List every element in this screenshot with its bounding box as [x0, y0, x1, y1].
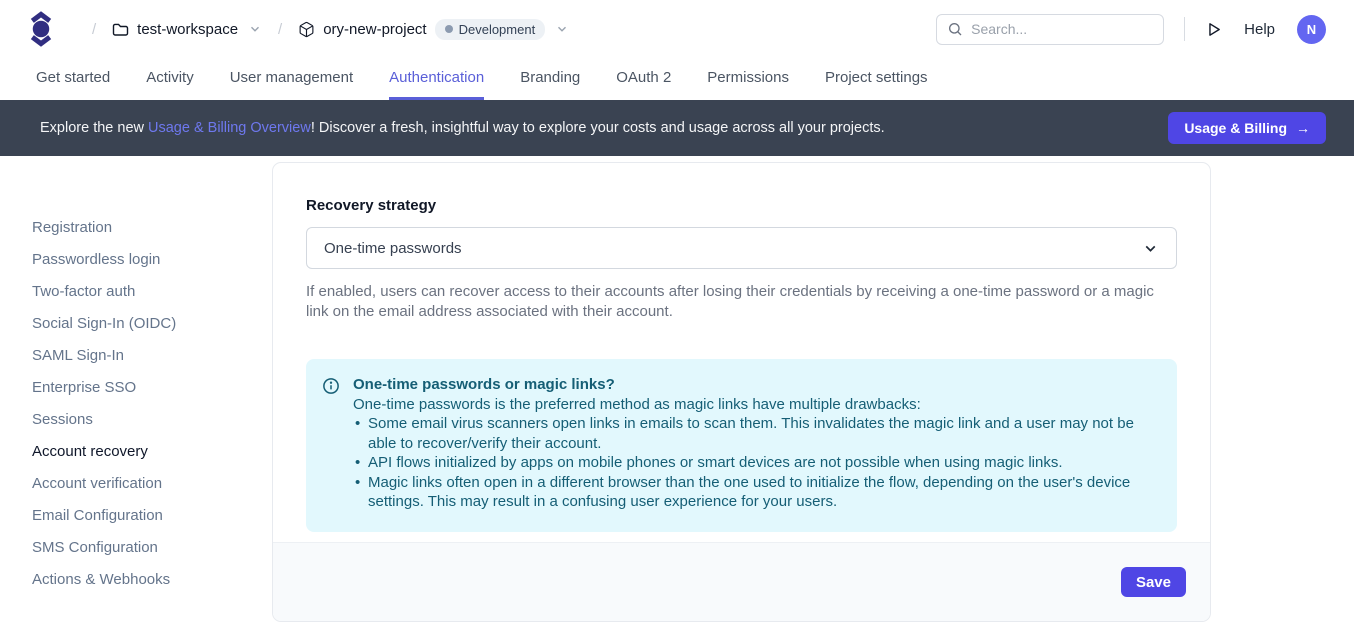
- tab-project-settings[interactable]: Project settings: [825, 58, 928, 100]
- tab-get-started[interactable]: Get started: [36, 58, 110, 100]
- search-input[interactable]: [971, 21, 1153, 37]
- card-footer: Save: [273, 542, 1210, 621]
- sidebar-item-passwordless-login[interactable]: Passwordless login: [0, 244, 272, 276]
- authentication-sidebar: Registration Passwordless login Two-fact…: [0, 156, 272, 596]
- sidebar-item-saml-sign-in[interactable]: SAML Sign-In: [0, 340, 272, 372]
- content-area: Registration Passwordless login Two-fact…: [0, 156, 1354, 625]
- sidebar-item-account-verification[interactable]: Account verification: [0, 468, 272, 500]
- card-body: Recovery strategy One-time passwords If …: [273, 163, 1210, 542]
- chevron-down-icon: [248, 22, 262, 36]
- usage-billing-banner: Explore the new Usage & Billing Overview…: [0, 100, 1354, 156]
- environment-dot-icon: [445, 25, 453, 33]
- sidebar-item-sessions[interactable]: Sessions: [0, 404, 272, 436]
- workspace-name: test-workspace: [137, 21, 238, 38]
- sidebar-item-sms-configuration[interactable]: SMS Configuration: [0, 532, 272, 564]
- info-bullet: API flows initialized by apps on mobile …: [353, 453, 1157, 473]
- banner-text-prefix: Explore the new: [40, 120, 148, 136]
- info-intro: One-time passwords is the preferred meth…: [353, 395, 1157, 415]
- recovery-strategy-select[interactable]: One-time passwords: [306, 227, 1177, 269]
- environment-badge: Development: [435, 19, 546, 40]
- info-bullet: Some email virus scanners open links in …: [353, 414, 1157, 453]
- recovery-strategy-label: Recovery strategy: [306, 197, 1177, 214]
- workspace-breadcrumb[interactable]: test-workspace: [112, 21, 262, 38]
- help-link[interactable]: Help: [1244, 21, 1275, 38]
- tab-authentication[interactable]: Authentication: [389, 58, 484, 100]
- account-recovery-card: Recovery strategy One-time passwords If …: [272, 162, 1211, 622]
- folder-icon: [112, 22, 129, 37]
- banner-text-suffix: ! Discover a fresh, insightful way to ex…: [311, 120, 885, 136]
- tab-branding[interactable]: Branding: [520, 58, 580, 100]
- avatar[interactable]: N: [1297, 15, 1326, 44]
- sidebar-item-email-configuration[interactable]: Email Configuration: [0, 500, 272, 532]
- ory-logo-icon[interactable]: [28, 11, 54, 47]
- breadcrumb-separator: /: [278, 21, 282, 38]
- tab-user-management[interactable]: User management: [230, 58, 353, 100]
- info-title: One-time passwords or magic links?: [353, 375, 1157, 395]
- environment-label: Development: [459, 22, 536, 37]
- project-name: ory-new-project: [323, 21, 426, 38]
- sidebar-item-actions-webhooks[interactable]: Actions & Webhooks: [0, 564, 272, 596]
- sidebar-item-account-recovery[interactable]: Account recovery: [0, 436, 272, 468]
- play-icon[interactable]: [1205, 21, 1222, 38]
- header-divider: [1184, 17, 1185, 41]
- breadcrumb-separator: /: [92, 21, 96, 38]
- usage-billing-button-label: Usage & Billing: [1184, 120, 1287, 136]
- usage-billing-button[interactable]: Usage & Billing →: [1168, 112, 1326, 144]
- usage-billing-overview-link[interactable]: Usage & Billing Overview: [148, 120, 311, 136]
- banner-text: Explore the new Usage & Billing Overview…: [40, 120, 885, 136]
- project-breadcrumb[interactable]: ory-new-project Development: [298, 19, 569, 40]
- info-bullet: Magic links often open in a different br…: [353, 473, 1157, 512]
- recovery-strategy-description: If enabled, users can recover access to …: [306, 282, 1177, 322]
- tab-oauth2[interactable]: OAuth 2: [616, 58, 671, 100]
- chevron-down-icon: [555, 22, 569, 36]
- recovery-strategy-value: One-time passwords: [324, 240, 462, 257]
- package-icon: [298, 21, 315, 38]
- info-content: One-time passwords or magic links? One-t…: [353, 375, 1157, 512]
- tab-permissions[interactable]: Permissions: [707, 58, 789, 100]
- sidebar-item-social-sign-in[interactable]: Social Sign-In (OIDC): [0, 308, 272, 340]
- tab-activity[interactable]: Activity: [146, 58, 194, 100]
- save-button[interactable]: Save: [1121, 567, 1186, 597]
- info-bullet-list: Some email virus scanners open links in …: [353, 414, 1157, 512]
- sidebar-item-enterprise-sso[interactable]: Enterprise SSO: [0, 372, 272, 404]
- info-box: One-time passwords or magic links? One-t…: [306, 359, 1177, 532]
- project-nav-tabs: Get started Activity User management Aut…: [0, 58, 1354, 100]
- search-box[interactable]: [936, 14, 1164, 45]
- chevron-down-icon: [1142, 240, 1159, 257]
- sidebar-item-registration[interactable]: Registration: [0, 212, 272, 244]
- top-header: / test-workspace / ory-new-project Devel…: [0, 0, 1354, 58]
- arrow-right-icon: →: [1296, 120, 1310, 136]
- info-icon: [322, 377, 340, 512]
- search-icon: [947, 21, 963, 37]
- sidebar-item-two-factor-auth[interactable]: Two-factor auth: [0, 276, 272, 308]
